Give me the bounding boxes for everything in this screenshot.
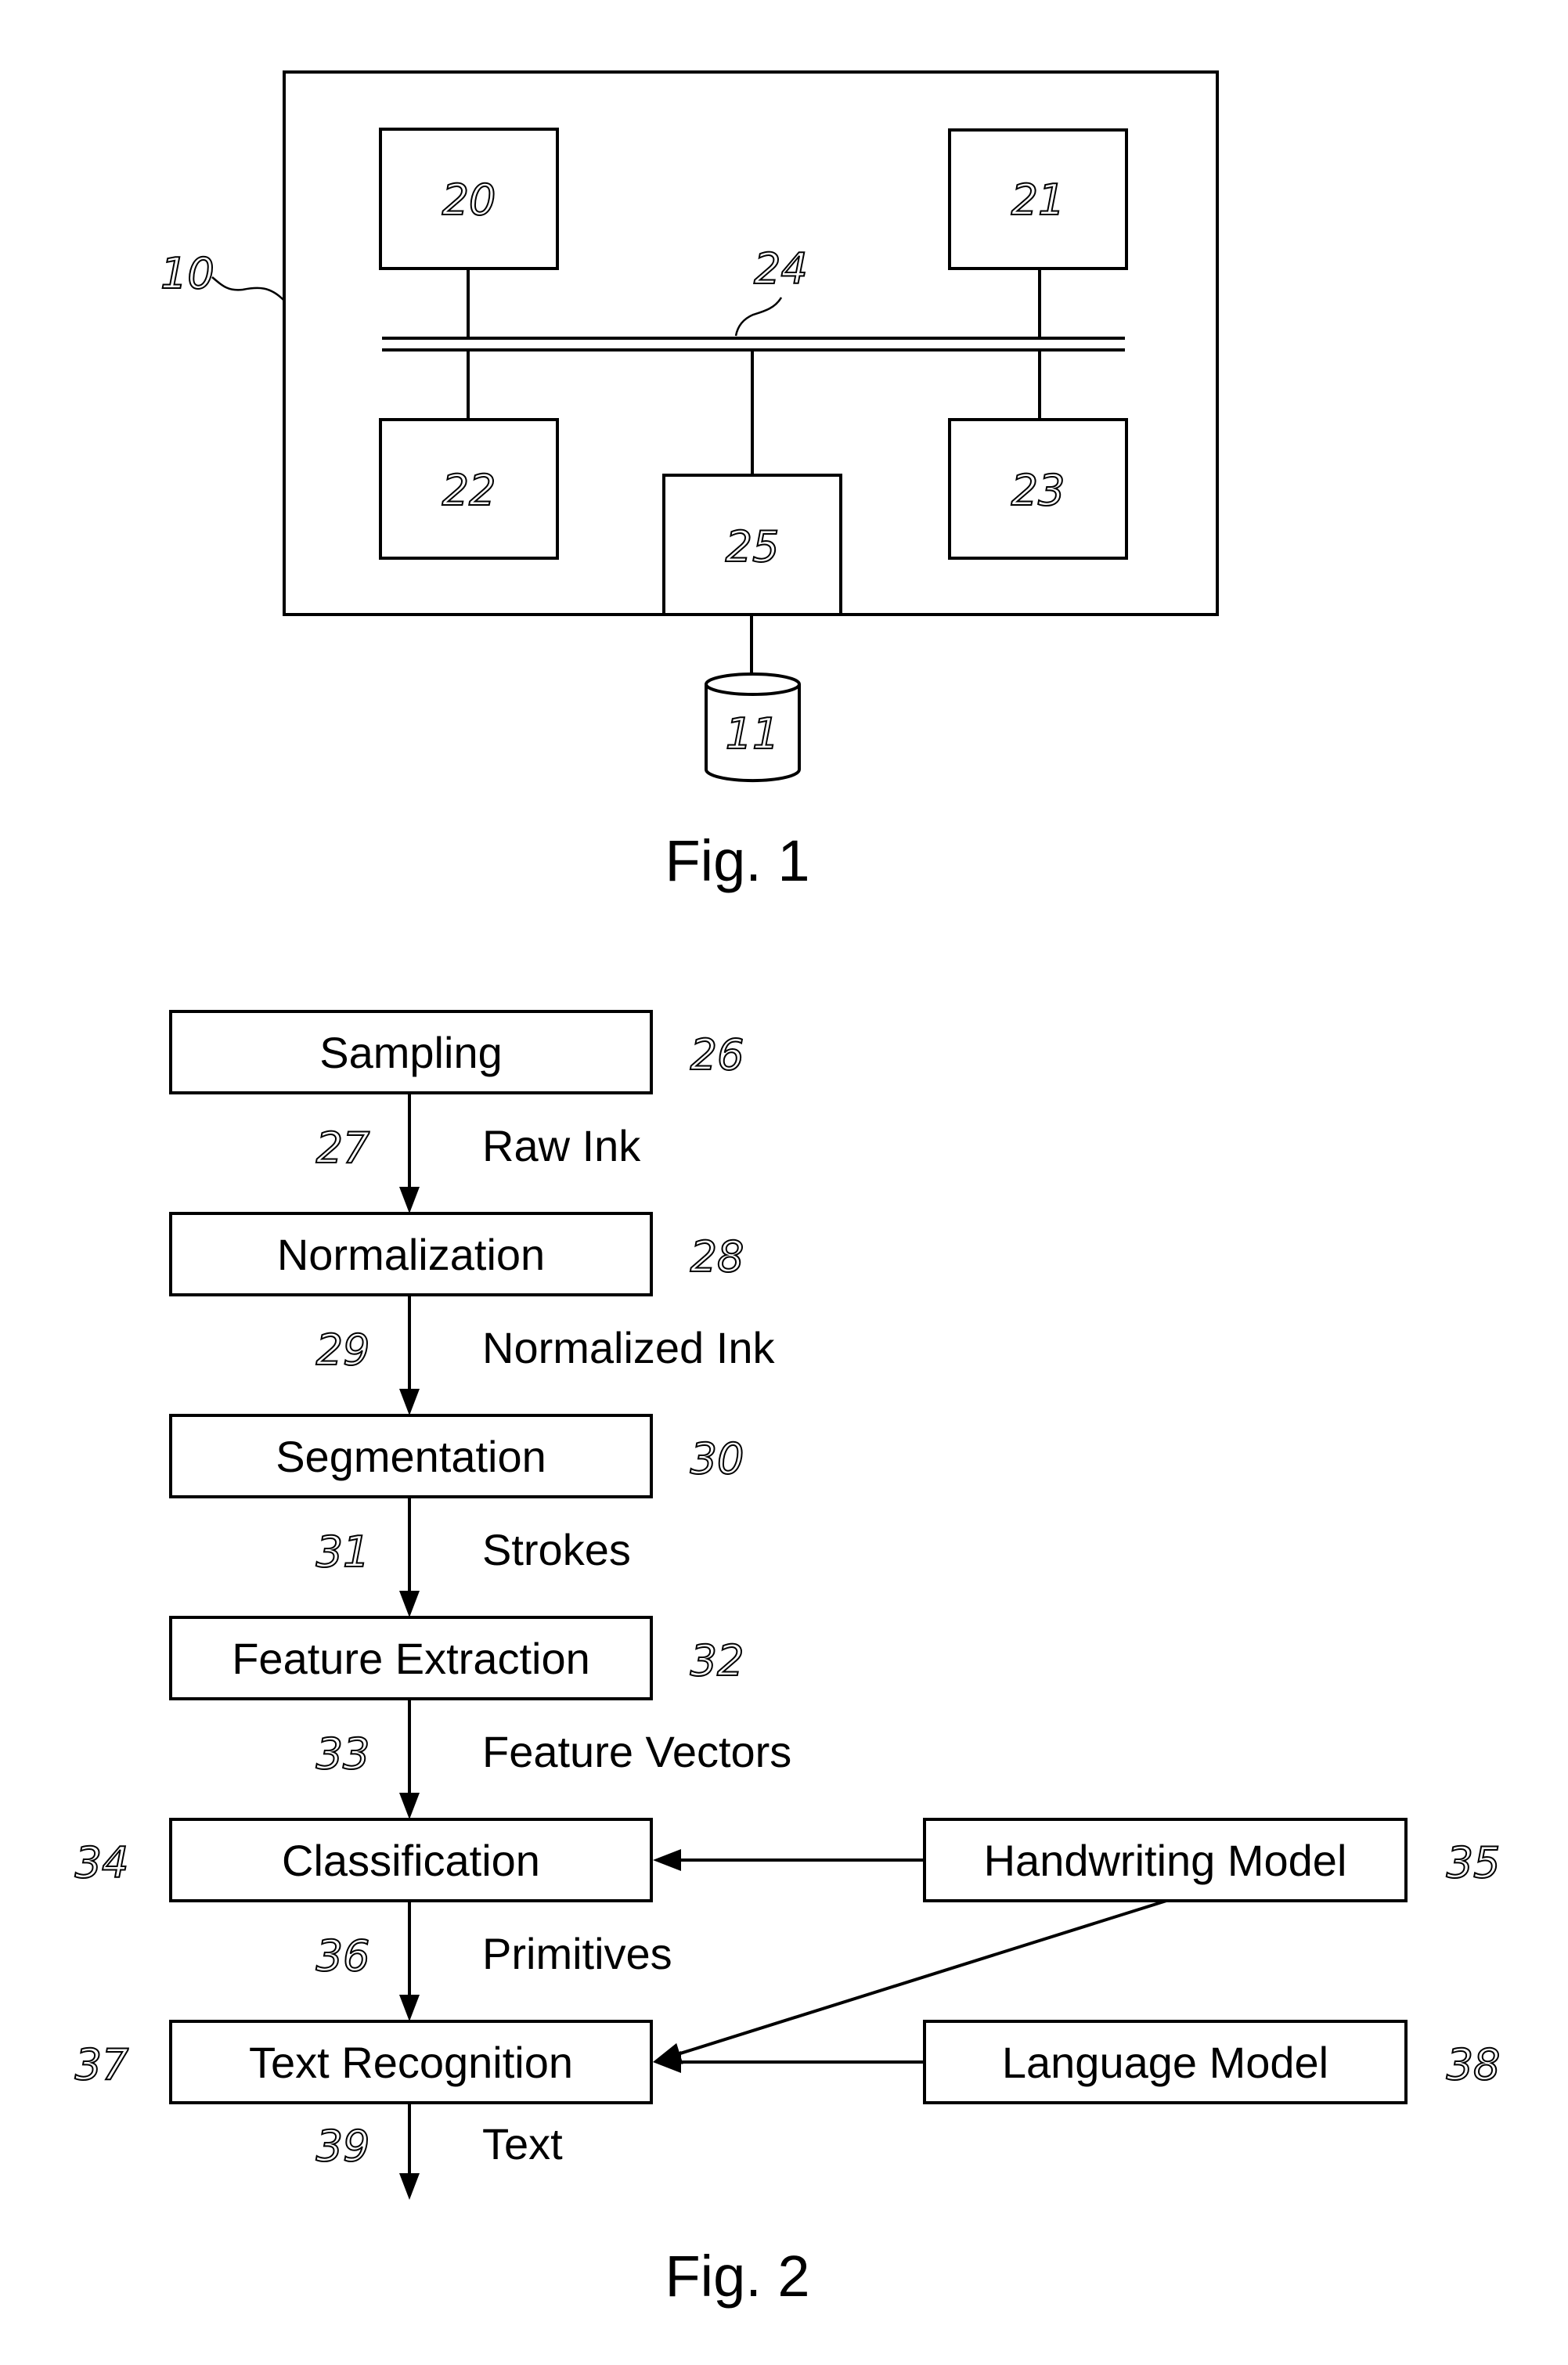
process-flow: 29 Normalized Ink xyxy=(315,1295,775,1415)
component-ref-label: 20 xyxy=(442,175,496,225)
figure-1-caption: Fig. 1 xyxy=(665,828,809,893)
model-input-arrowhead xyxy=(653,1849,681,1871)
bus-ref-label: 24 xyxy=(754,244,808,294)
model-ref-label: 35 xyxy=(1447,1838,1501,1887)
process-flow: 36 Primitives xyxy=(315,1901,672,2021)
step-ref-label: 32 xyxy=(690,1636,744,1685)
system-leader-line xyxy=(211,276,284,301)
component-ref-label: 23 xyxy=(1011,466,1065,515)
component-20: 20 xyxy=(379,128,559,270)
flow-label: Feature Vectors xyxy=(482,1727,791,1776)
flow-arrowhead xyxy=(399,1389,420,1415)
model-label: Language Model xyxy=(1002,2038,1328,2087)
step-ref-label: 28 xyxy=(690,1232,744,1282)
process-step: Normalization 28 xyxy=(169,1212,744,1296)
flow-arrowhead xyxy=(399,1995,420,2021)
flow-arrowhead xyxy=(399,1793,420,1819)
step-ref-label: 34 xyxy=(75,1838,129,1887)
component-ref-label: 25 xyxy=(726,522,780,571)
flow-ref-label: 31 xyxy=(316,1527,370,1577)
process-step: Segmentation 30 xyxy=(169,1414,744,1498)
flow-arrowhead xyxy=(399,1187,420,1213)
flow-ref-label: 39 xyxy=(316,2122,370,2171)
process-step: Sampling 26 xyxy=(169,1010,744,1094)
flow-arrowhead xyxy=(399,2173,420,2200)
figure-2: Sampling 26 Normalization 28 Segmentation 30 F… xyxy=(74,1010,1501,2309)
flow-label: Normalized Ink xyxy=(482,1323,775,1372)
process-step: Classification 34 xyxy=(74,1818,653,1902)
step-label: Segmentation xyxy=(276,1432,546,1481)
process-flow: 33 Feature Vectors xyxy=(315,1699,791,1819)
step-label: Normalization xyxy=(277,1230,545,1279)
step-ref-label: 37 xyxy=(75,2040,129,2089)
diagonal-link-arrowhead xyxy=(653,2042,683,2064)
component-23: 23 xyxy=(948,418,1128,560)
component-21: 21 xyxy=(948,128,1128,270)
flow-label: Primitives xyxy=(482,1929,672,1978)
figure-2-caption: Fig. 2 xyxy=(665,2244,809,2309)
step-label: Feature Extraction xyxy=(232,1634,590,1683)
language-model: Language Model 38 xyxy=(653,2020,1501,2104)
flow-ref-label: 33 xyxy=(316,1729,370,1779)
process-flow: 31 Strokes xyxy=(315,1497,631,1617)
handwriting-model: Handwriting Model 35 xyxy=(653,1818,1501,1902)
process-flow: 27 Raw Ink xyxy=(315,1093,641,1213)
flow-arrowhead xyxy=(399,1591,420,1617)
component-25: 25 xyxy=(662,474,842,616)
patent-drawing-sheet: 10 24 20 21 22 23 25 11 Fig. 1 Sampling … xyxy=(74,70,1501,2309)
step-ref-label: 30 xyxy=(690,1434,744,1484)
component-ref-label: 22 xyxy=(442,466,496,515)
model-label: Handwriting Model xyxy=(984,1836,1347,1885)
process-flow: 39 Text xyxy=(315,2103,563,2200)
process-step: Text Recognition 37 xyxy=(74,2020,653,2104)
model-inputs: Handwriting Model 35 Language Model 38 xyxy=(653,1818,1501,2104)
cylinder-top xyxy=(705,672,801,696)
step-label: Text Recognition xyxy=(249,2038,573,2087)
component-ref-label: 21 xyxy=(1011,175,1065,225)
flow-label: Strokes xyxy=(482,1525,631,1574)
flow-label: Raw Ink xyxy=(482,1121,641,1170)
figure-1: 10 24 20 21 22 23 25 11 Fig. 1 xyxy=(160,70,1219,893)
flow-ref-label: 27 xyxy=(316,1123,370,1173)
step-label: Sampling xyxy=(319,1028,502,1077)
storage-cylinder: 11 xyxy=(705,672,801,783)
step-label: Classification xyxy=(282,1836,540,1885)
flow-label: Text xyxy=(482,2119,563,2169)
system-ref-label: 10 xyxy=(160,249,214,298)
flow-ref-label: 29 xyxy=(316,1325,370,1375)
storage-ref-label: 11 xyxy=(726,709,780,759)
step-ref-label: 26 xyxy=(690,1030,744,1080)
model-ref-label: 38 xyxy=(1447,2040,1501,2089)
process-step: Feature Extraction 32 xyxy=(169,1616,744,1700)
flow-ref-label: 36 xyxy=(316,1931,370,1981)
component-22: 22 xyxy=(379,418,559,560)
